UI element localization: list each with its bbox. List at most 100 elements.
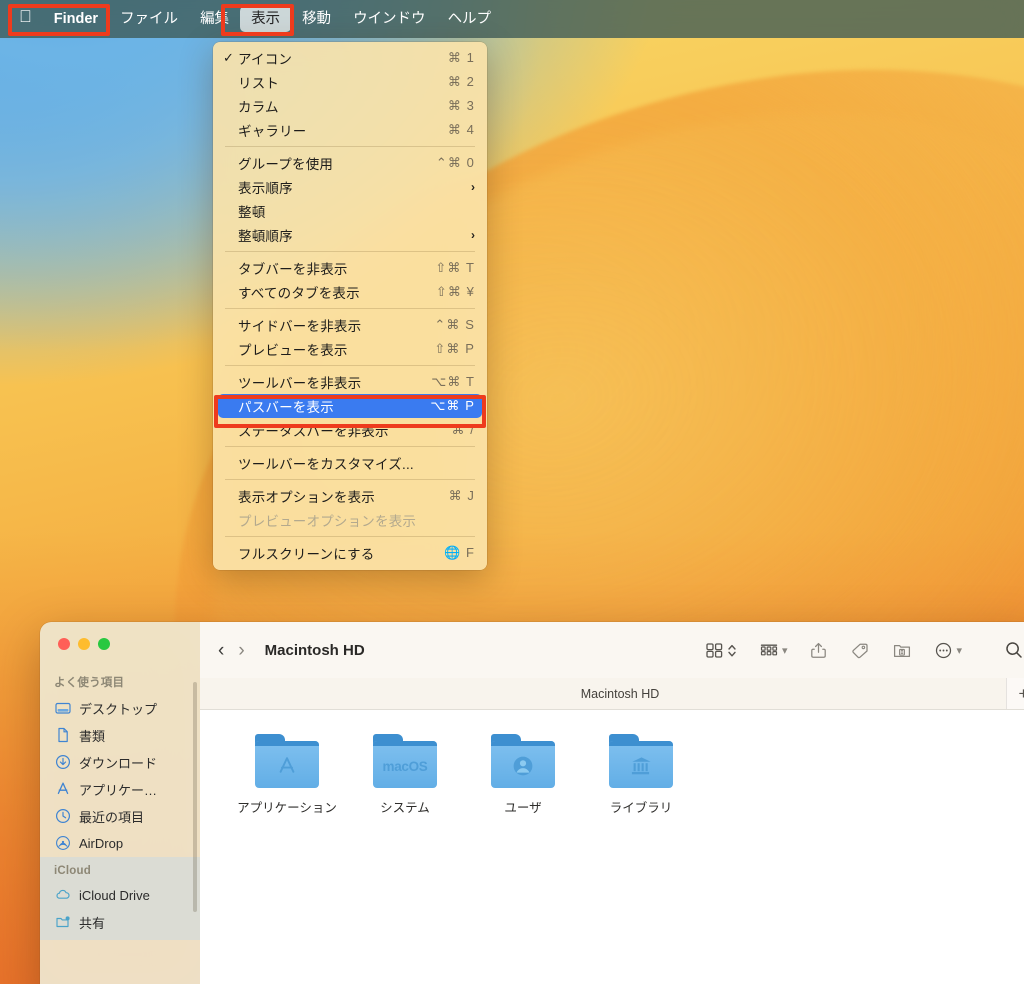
menu-item-show-all-tabs[interactable]: すべてのタブを表示 ⇧⌘ ¥ xyxy=(213,280,487,304)
menu-help[interactable]: ヘルプ xyxy=(437,6,503,32)
sidebar-item-airdrop[interactable]: AirDrop xyxy=(47,830,193,856)
sidebar-item-documents[interactable]: 書類 xyxy=(47,722,193,748)
menu-separator xyxy=(225,446,475,447)
menu-item-hide-tab-bar[interactable]: タブバーを非表示 ⇧⌘ T xyxy=(213,256,487,280)
minimize-button[interactable] xyxy=(78,638,90,650)
new-folder-button[interactable] xyxy=(892,641,912,660)
menu-item-gallery-view[interactable]: ギャラリー ⌘ 4 xyxy=(213,118,487,142)
menu-item-shortcut: ⇧⌘ P xyxy=(434,341,475,356)
menu-item-shortcut: ⌘ 1 xyxy=(447,50,475,65)
menu-item-hide-sidebar[interactable]: サイドバーを非表示 ⌃⌘ S xyxy=(213,313,487,337)
menu-item-label: サイドバーを非表示 xyxy=(238,319,362,334)
file-label: アプリケーション xyxy=(237,801,337,815)
macos-text-glyph: macOS xyxy=(373,746,437,786)
chevron-down-icon[interactable]: ▾ xyxy=(782,644,788,657)
menu-item-label: 表示順序 xyxy=(238,181,293,196)
menu-item-hide-status-bar[interactable]: ステータスバーを非表示 ⌘ / xyxy=(213,418,487,442)
file-label: ユーザ xyxy=(504,801,542,815)
download-icon xyxy=(54,754,71,771)
close-button[interactable] xyxy=(58,638,70,650)
sidebar-item-downloads[interactable]: ダウンロード xyxy=(47,749,193,775)
menu-item-label: パスバーを表示 xyxy=(238,400,334,415)
more-actions-button[interactable]: ▾ xyxy=(934,641,962,660)
sidebar-item-icloud-drive[interactable]: iCloud Drive xyxy=(47,882,193,908)
menu-item-shortcut: ⌘ J xyxy=(448,488,475,503)
person-glyph-icon xyxy=(491,746,555,786)
menu-separator xyxy=(225,479,475,480)
menu-separator xyxy=(225,365,475,366)
menu-separator xyxy=(225,251,475,252)
icon-view-button[interactable] xyxy=(705,641,737,660)
sidebar-item-label: 最近の項目 xyxy=(79,809,145,825)
group-by-button[interactable]: ▾ xyxy=(759,641,788,660)
menu-item-shortcut: ⌘ 3 xyxy=(447,98,475,113)
share-button[interactable] xyxy=(809,641,828,660)
menu-item-customize-toolbar[interactable]: ツールバーをカスタマイズ... xyxy=(213,451,487,475)
tag-button[interactable] xyxy=(850,641,870,660)
file-item-library[interactable]: ライブラリ xyxy=(582,732,700,816)
finder-sidebar: よく使う項目 デスクトップ 書類 ダウンロード アプリケー… 最近の項目 Air… xyxy=(40,622,200,984)
menu-item-clean-up[interactable]: 整頓 xyxy=(213,199,487,223)
menu-edit[interactable]: 編集 xyxy=(189,6,240,32)
menu-item-show-preview[interactable]: プレビューを表示 ⇧⌘ P xyxy=(213,337,487,361)
maximize-button[interactable] xyxy=(98,638,110,650)
sidebar-scrollbar[interactable] xyxy=(193,682,197,912)
menu-go[interactable]: 移動 xyxy=(291,6,342,32)
menu-item-enter-full-screen[interactable]: フルスクリーンにする 🌐 F xyxy=(213,541,487,565)
menu-item-shortcut: 🌐 F xyxy=(443,545,475,560)
apple-logo-icon[interactable]:  xyxy=(8,7,43,30)
forward-button[interactable]: › xyxy=(238,641,244,660)
menu-item-column-view[interactable]: カラム ⌘ 3 xyxy=(213,94,487,118)
finder-main-pane: ‹ › Macintosh HD ▾ ▾ Macintosh HD + アプリケ… xyxy=(200,622,1024,984)
menu-item-show-path-bar[interactable]: パスバーを表示 ⌥⌘ P xyxy=(218,394,482,418)
new-tab-button[interactable]: + xyxy=(1006,678,1024,709)
menu-item-clean-up-by[interactable]: 整頓順序 › xyxy=(213,223,487,247)
menu-file[interactable]: ファイル xyxy=(109,6,189,32)
menu-item-label: ギャラリー xyxy=(238,124,307,139)
shared-folder-icon xyxy=(54,914,71,931)
menu-item-show-view-options[interactable]: 表示オプションを表示 ⌘ J xyxy=(213,484,487,508)
finder-content-area: アプリケーション macOS システム ユーザ ライブラリ xyxy=(200,710,1024,984)
menu-item-shortcut: ⌘ 2 xyxy=(447,74,475,89)
menu-item-shortcut: ⇧⌘ T xyxy=(435,260,475,275)
menu-item-label: アイコン xyxy=(238,52,293,67)
menu-window[interactable]: ウインドウ xyxy=(342,6,437,32)
menu-item-shortcut: ⇧⌘ ¥ xyxy=(435,284,475,299)
sidebar-item-desktop[interactable]: デスクトップ xyxy=(47,695,193,721)
sidebar-section-favorites-header: よく使う項目 xyxy=(54,677,125,689)
menu-item-shortcut: ⌘ 4 xyxy=(447,122,475,137)
file-item-applications[interactable]: アプリケーション xyxy=(228,732,346,816)
menu-item-use-groups[interactable]: グループを使用 ⌃⌘ 0 xyxy=(213,151,487,175)
sidebar-section-icloud-header: iCloud xyxy=(54,865,91,877)
file-label: ライブラリ xyxy=(609,801,673,815)
menu-item-list-view[interactable]: リスト ⌘ 2 xyxy=(213,70,487,94)
chevron-down-icon[interactable]: ▾ xyxy=(956,644,962,657)
sidebar-item-applications[interactable]: アプリケー… xyxy=(47,776,193,802)
back-button[interactable]: ‹ xyxy=(218,641,224,660)
menu-item-label: ツールバーを非表示 xyxy=(238,376,362,391)
view-menu-dropdown: ✓ アイコン ⌘ 1 リスト ⌘ 2 カラム ⌘ 3 ギャラリー ⌘ 4 グルー… xyxy=(213,42,487,570)
folder-icon xyxy=(491,732,555,788)
sidebar-item-shared[interactable]: 共有 xyxy=(47,909,193,935)
menu-item-hide-toolbar[interactable]: ツールバーを非表示 ⌥⌘ T xyxy=(213,370,487,394)
menu-item-icon-view[interactable]: ✓ アイコン ⌘ 1 xyxy=(213,46,487,70)
file-item-system[interactable]: macOS システム xyxy=(346,732,464,816)
file-item-users[interactable]: ユーザ xyxy=(464,732,582,816)
tab-macintosh-hd[interactable]: Macintosh HD xyxy=(581,687,660,701)
cloud-icon xyxy=(54,887,71,904)
menu-item-shortcut: ⌥⌘ T xyxy=(431,374,475,389)
menu-item-label: カラム xyxy=(238,100,279,115)
document-icon xyxy=(54,727,71,744)
menu-view[interactable]: 表示 xyxy=(240,6,292,32)
sidebar-item-label: iCloud Drive xyxy=(79,887,150,903)
menu-item-label: フルスクリーンにする xyxy=(238,547,375,562)
search-button[interactable] xyxy=(1004,640,1024,660)
sidebar-item-recents[interactable]: 最近の項目 xyxy=(47,803,193,829)
menu-item-label: すべてのタブを表示 xyxy=(238,286,360,301)
view-stepper[interactable] xyxy=(727,641,737,660)
clock-icon xyxy=(54,808,71,825)
applications-icon xyxy=(54,781,71,798)
appstore-glyph-icon xyxy=(255,746,319,786)
menu-finder[interactable]: Finder xyxy=(43,6,109,32)
menu-item-sort-by[interactable]: 表示順序 › xyxy=(213,175,487,199)
